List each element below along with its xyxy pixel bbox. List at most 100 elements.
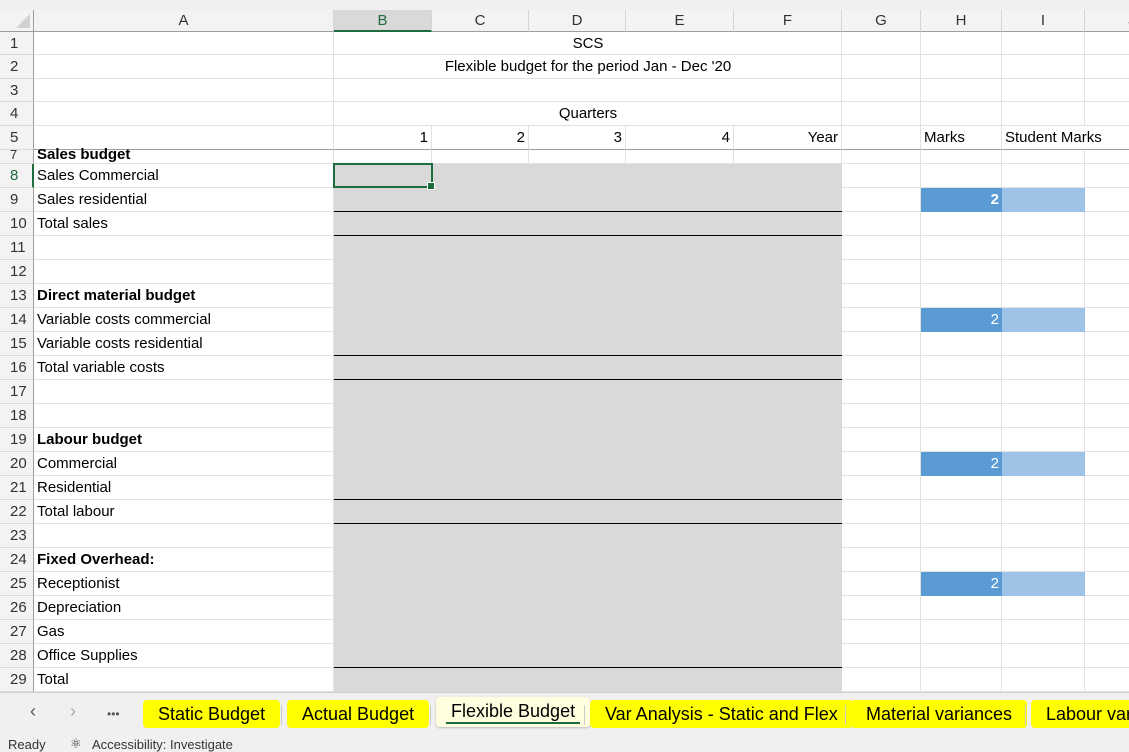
cell-f7[interactable]: [734, 150, 842, 164]
cell-g3[interactable]: [842, 79, 921, 102]
sheet-tab-labour-vari[interactable]: Labour vari: [1031, 700, 1129, 728]
cell-d10[interactable]: [529, 212, 626, 236]
cell-c9[interactable]: [432, 188, 529, 212]
cell-e17[interactable]: [626, 380, 734, 404]
cell-a26[interactable]: Depreciation: [34, 596, 334, 620]
cell-e11[interactable]: [626, 236, 734, 260]
cell-c23[interactable]: [432, 524, 529, 548]
row-header-21[interactable]: 21: [0, 476, 34, 500]
cell-b25[interactable]: [334, 572, 432, 596]
cell-c5[interactable]: 2: [432, 126, 529, 150]
cell-c15[interactable]: [432, 332, 529, 356]
spreadsheet-grid[interactable]: ABCDEFGHIJ123451234YearMarksStudent Mark…: [0, 10, 1129, 692]
cell-g14[interactable]: [842, 308, 921, 332]
cell-e20[interactable]: [626, 452, 734, 476]
cell-h17[interactable]: [921, 380, 1002, 404]
cell-f29[interactable]: [734, 668, 842, 692]
cell-j21[interactable]: [1085, 476, 1129, 500]
cell-g17[interactable]: [842, 380, 921, 404]
cell-f16[interactable]: [734, 356, 842, 380]
cell-a12[interactable]: [34, 260, 334, 284]
cell-i10[interactable]: [1002, 212, 1085, 236]
cell-e12[interactable]: [626, 260, 734, 284]
student-marks-input[interactable]: [1002, 452, 1085, 476]
row-header-23[interactable]: 23: [0, 524, 34, 548]
cell-h7[interactable]: [921, 150, 1002, 164]
cell-b18[interactable]: [334, 404, 432, 428]
cell-b17[interactable]: [334, 380, 432, 404]
cell-j28[interactable]: [1085, 644, 1129, 668]
cell-c3[interactable]: [432, 79, 529, 102]
cell-d8[interactable]: [529, 164, 626, 188]
cell-d12[interactable]: [529, 260, 626, 284]
cell-a20[interactable]: Commercial: [34, 452, 334, 476]
cell-g11[interactable]: [842, 236, 921, 260]
cell-h18[interactable]: [921, 404, 1002, 428]
cell-c28[interactable]: [432, 644, 529, 668]
cell-d9[interactable]: [529, 188, 626, 212]
row-header-18[interactable]: 18: [0, 404, 34, 428]
cell-b13[interactable]: [334, 284, 432, 308]
row-header-7[interactable]: 7: [0, 150, 34, 164]
cell-h20[interactable]: 2: [921, 452, 1002, 476]
cell-d21[interactable]: [529, 476, 626, 500]
cell-e25[interactable]: [626, 572, 734, 596]
row-header-29[interactable]: 29: [0, 668, 34, 692]
cell-e3[interactable]: [626, 79, 734, 102]
cell-i2[interactable]: [1002, 55, 1085, 79]
cell-h25[interactable]: 2: [921, 572, 1002, 596]
cell-h12[interactable]: [921, 260, 1002, 284]
row-header-26[interactable]: 26: [0, 596, 34, 620]
cell-f24[interactable]: [734, 548, 842, 572]
cell-f9[interactable]: [734, 188, 842, 212]
cell-f23[interactable]: [734, 524, 842, 548]
cell-b19[interactable]: [334, 428, 432, 452]
row-header-8[interactable]: 8: [0, 164, 34, 188]
cell-g27[interactable]: [842, 620, 921, 644]
cell-a16[interactable]: Total variable costs: [34, 356, 334, 380]
cell-c13[interactable]: [432, 284, 529, 308]
cell-d15[interactable]: [529, 332, 626, 356]
cell-c8[interactable]: [432, 164, 529, 188]
cell-h11[interactable]: [921, 236, 1002, 260]
row-header-2[interactable]: 2: [0, 55, 34, 79]
cell-i1[interactable]: [1002, 32, 1085, 55]
column-header-g[interactable]: G: [842, 10, 921, 32]
cell-a7[interactable]: Sales budget: [34, 147, 334, 164]
cell-j19[interactable]: [1085, 428, 1129, 452]
cell-f22[interactable]: [734, 500, 842, 524]
cell-f8[interactable]: [734, 164, 842, 188]
cell-e18[interactable]: [626, 404, 734, 428]
row-header-1[interactable]: 1: [0, 32, 34, 55]
row-header-24[interactable]: 24: [0, 548, 34, 572]
cell-h29[interactable]: [921, 668, 1002, 692]
cell-j16[interactable]: [1085, 356, 1129, 380]
cell-e8[interactable]: [626, 164, 734, 188]
column-header-j[interactable]: J: [1085, 10, 1129, 32]
cell-g28[interactable]: [842, 644, 921, 668]
cell-j18[interactable]: [1085, 404, 1129, 428]
row-header-14[interactable]: 14: [0, 308, 34, 332]
cell-g9[interactable]: [842, 188, 921, 212]
cell-a9[interactable]: Sales residential: [34, 188, 334, 212]
cell-h2[interactable]: [921, 55, 1002, 79]
cell-a22[interactable]: Total labour: [34, 500, 334, 524]
cell-g2[interactable]: [842, 55, 921, 79]
cell-b20[interactable]: [334, 452, 432, 476]
cell-b29[interactable]: [334, 668, 432, 692]
cell-h1[interactable]: [921, 32, 1002, 55]
cell-h3[interactable]: [921, 79, 1002, 102]
cell-i21[interactable]: [1002, 476, 1085, 500]
cell-i26[interactable]: [1002, 596, 1085, 620]
cell-h24[interactable]: [921, 548, 1002, 572]
cell-h10[interactable]: [921, 212, 1002, 236]
cell-f15[interactable]: [734, 332, 842, 356]
cell-g18[interactable]: [842, 404, 921, 428]
cell-d18[interactable]: [529, 404, 626, 428]
more-sheets-icon[interactable]: •••: [107, 707, 120, 721]
cell-h23[interactable]: [921, 524, 1002, 548]
cell-b5[interactable]: 1: [334, 126, 432, 150]
cell-c29[interactable]: [432, 668, 529, 692]
select-all-button[interactable]: [0, 10, 34, 32]
cell-i16[interactable]: [1002, 356, 1085, 380]
